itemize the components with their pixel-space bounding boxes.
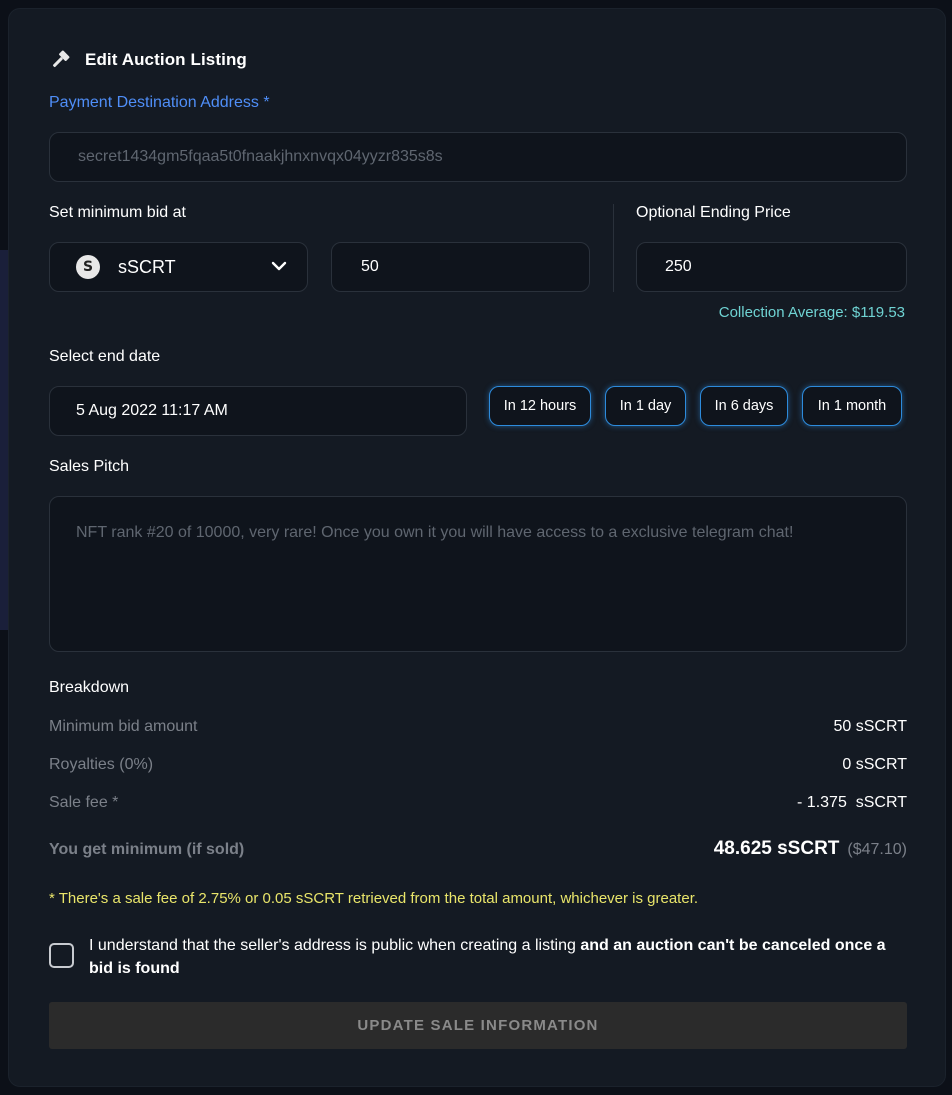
ending-price-value: 250 xyxy=(665,258,692,275)
quick-6-days-label: In 6 days xyxy=(714,398,774,414)
edit-auction-modal: Edit Auction Listing Payment Destination… xyxy=(8,8,946,1087)
chevron-down-icon xyxy=(271,258,287,276)
min-bid-amount-value: 50 xyxy=(361,258,379,275)
payment-address-field[interactable]: secret1434gm5fqaa5t0fnaakjhnxnvqx04yyzr8… xyxy=(49,132,907,182)
breakdown-row-key: Minimum bid amount xyxy=(49,718,198,735)
payment-address-label: Payment Destination Address * xyxy=(49,94,270,111)
quick-6-days-button[interactable]: In 6 days xyxy=(700,386,788,426)
breakdown-heading: Breakdown xyxy=(49,679,130,696)
breakdown-total-row: You get minimum (if sold) 48.625 sSCRT ($… xyxy=(49,838,907,860)
gavel-icon xyxy=(49,49,71,71)
total-usd: ($47.10) xyxy=(847,841,907,858)
breakdown-row-value: 0 sSCRT xyxy=(842,756,907,773)
min-bid-amount-input[interactable]: 50 xyxy=(331,242,590,292)
agree-text: I understand that the seller's address i… xyxy=(89,934,909,980)
update-sale-label: UPDATE SALE INFORMATION xyxy=(357,1017,599,1034)
token-select-value: S sSCRT xyxy=(76,255,176,279)
breakdown-row-key: Sale fee * xyxy=(49,794,119,811)
sales-pitch-textarea[interactable]: NFT rank #20 of 10000, very rare! Once y… xyxy=(49,496,907,652)
agree-text-normal: I understand that the seller's address i… xyxy=(89,937,581,954)
quick-1-day-button[interactable]: In 1 day xyxy=(605,386,686,426)
breakdown-row-value: - 1.375 sSCRT xyxy=(797,794,907,811)
total-amount: 48.625 sSCRT ($47.10) xyxy=(714,838,907,860)
token-name: sSCRT xyxy=(118,256,176,277)
ending-price-label: Optional Ending Price xyxy=(636,204,791,221)
collection-average: Collection Average: $119.53 xyxy=(718,304,905,321)
end-date-label: Select end date xyxy=(49,348,161,365)
ending-price-input[interactable]: 250 xyxy=(636,242,907,292)
modal-title: Edit Auction Listing xyxy=(85,50,247,69)
payment-address-value: secret1434gm5fqaa5t0fnaakjhnxnvqx04yyzr8… xyxy=(78,148,443,165)
quick-12-hours-label: In 12 hours xyxy=(503,398,577,414)
end-date-value: 5 Aug 2022 11:17 AM xyxy=(76,402,228,419)
breakdown-row-value: 50 sSCRT xyxy=(833,718,907,735)
vertical-divider xyxy=(613,204,614,292)
total-value: 48.625 sSCRT xyxy=(713,838,840,859)
min-bid-label: Set minimum bid at xyxy=(49,204,186,221)
total-label: You get minimum (if sold) xyxy=(49,841,245,858)
sales-pitch-label: Sales Pitch xyxy=(49,458,130,475)
quick-1-month-label: In 1 month xyxy=(817,398,887,414)
token-select[interactable]: S sSCRT xyxy=(49,242,308,292)
quick-12-hours-button[interactable]: In 12 hours xyxy=(489,386,591,426)
sale-fee-note: * There's a sale fee of 2.75% or 0.05 sS… xyxy=(49,890,699,907)
update-sale-button[interactable]: UPDATE SALE INFORMATION xyxy=(49,1002,907,1049)
sales-pitch-placeholder: NFT rank #20 of 10000, very rare! Once y… xyxy=(76,524,794,541)
modal-header: Edit Auction Listing xyxy=(49,49,247,71)
breakdown-row: Sale fee * - 1.375 sSCRT xyxy=(49,794,907,812)
quick-1-day-label: In 1 day xyxy=(619,398,672,414)
sscrt-coin-icon: S xyxy=(76,255,100,279)
quick-1-month-button[interactable]: In 1 month xyxy=(802,386,902,426)
breakdown-row: Royalties (0%) 0 sSCRT xyxy=(49,756,907,774)
agree-checkbox[interactable] xyxy=(49,943,74,968)
breakdown-row-key: Royalties (0%) xyxy=(49,756,154,773)
background-panel xyxy=(0,250,8,630)
end-date-input[interactable]: 5 Aug 2022 11:17 AM xyxy=(49,386,467,436)
breakdown-row: Minimum bid amount 50 sSCRT xyxy=(49,718,907,736)
